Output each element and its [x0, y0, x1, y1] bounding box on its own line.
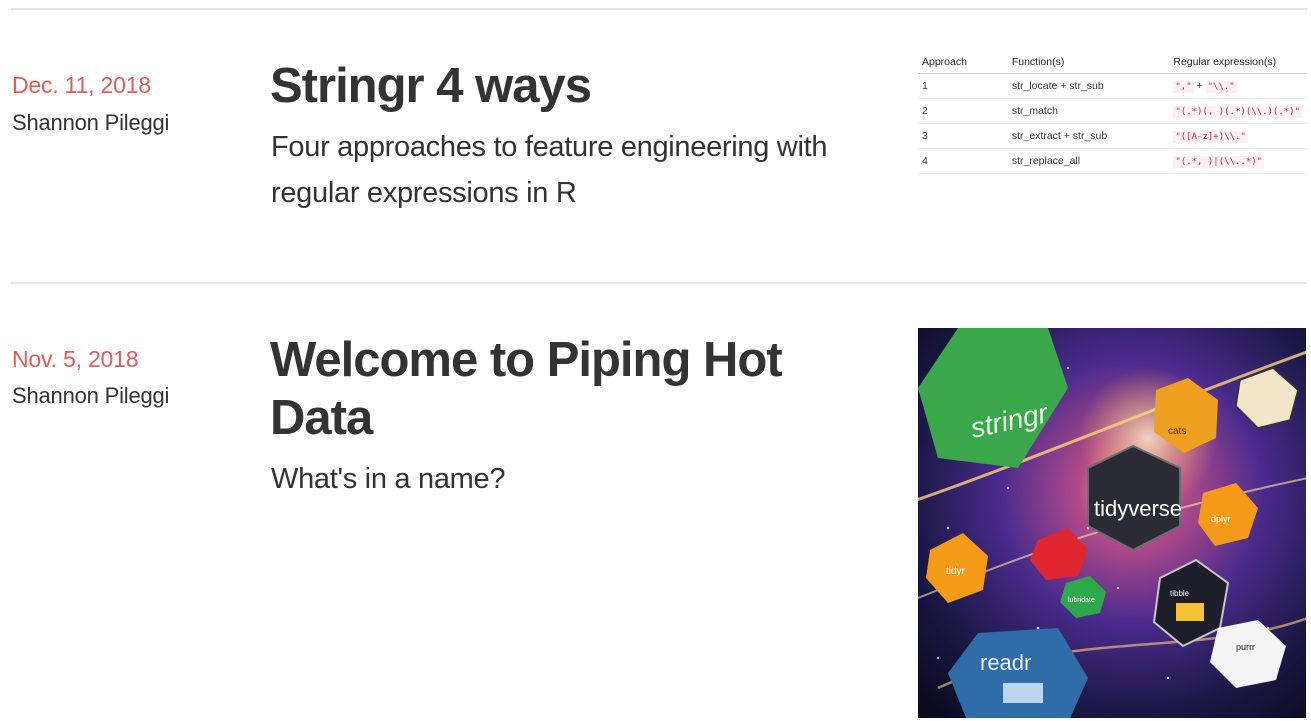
cell-functions: str_extract + str_sub — [1007, 123, 1170, 149]
cell-regex: "([A-z]+)\\." — [1169, 123, 1306, 149]
table-row: 4 str_replace_all "(.*, )|(\\..*)" — [918, 148, 1306, 174]
regex-code: "([A-z]+)\\." — [1173, 131, 1248, 143]
cell-regex: "," + "\\." — [1169, 73, 1306, 99]
post-author: Shannon Pileggi — [12, 110, 170, 135]
table-header-functions: Function(s) — [1007, 52, 1170, 74]
cell-approach: 3 — [918, 123, 1008, 149]
space-hex-stickers-illustration: stringr cats tidyverse dplyr tidyr lubri… — [918, 328, 1306, 718]
regex-plus: + — [1196, 80, 1203, 92]
post-thumbnail-hex-artwork[interactable]: stringr cats tidyverse dplyr tidyr lubri… — [918, 328, 1306, 718]
table-row: 2 str_match "(.*)(, )(.*)(\\.)(.*)" — [918, 98, 1306, 124]
hex-label: tibble — [1170, 589, 1190, 598]
regex-code: "(.*, )|(\\..*)" — [1173, 156, 1265, 168]
post-title-link[interactable]: Stringr 4 ways — [270, 57, 592, 115]
cell-functions: str_locate + str_sub — [1007, 73, 1170, 99]
cell-functions: str_match — [1007, 98, 1170, 124]
cell-functions: str_replace_all — [1007, 148, 1170, 174]
post-subtitle-line: regular expressions in R — [271, 177, 577, 209]
hex-label: cats — [1168, 426, 1186, 437]
cell-approach: 2 — [918, 98, 1008, 124]
post-divider — [11, 282, 1307, 284]
hex-label: dplyr — [1211, 514, 1231, 524]
post-thumbnail-regex-table[interactable]: Approach Function(s) Regular expression(… — [918, 52, 1306, 174]
cell-approach: 4 — [918, 148, 1008, 174]
regex-code: "\\." — [1205, 81, 1237, 93]
table-row: 1 str_locate + str_sub "," + "\\." — [918, 73, 1306, 99]
post-subtitle-line: Four approaches to feature engineering w… — [271, 131, 828, 163]
hex-label: lubridate — [1068, 597, 1095, 604]
post-subtitle: Four approaches to feature engineering w… — [271, 124, 827, 216]
hex-label: tidyverse — [1094, 496, 1182, 521]
post-date: Nov. 5, 2018 — [12, 346, 139, 372]
cell-regex: "(.*)(, )(.*)(\\.)(.*)" — [1169, 98, 1306, 124]
table-row: 3 str_extract + str_sub "([A-z]+)\\." — [918, 123, 1306, 149]
table-header-approach: Approach — [918, 52, 1008, 74]
hex-label: tidyr — [946, 566, 966, 577]
hex-label: readr — [980, 650, 1031, 675]
post-title-link[interactable]: Welcome to Piping Hot Data — [270, 331, 783, 447]
table-header-regex: Regular expression(s) — [1169, 52, 1306, 74]
regex-code: "," — [1173, 81, 1194, 93]
post-title-line: Welcome to Piping Hot — [270, 333, 783, 387]
post-divider-top — [11, 8, 1307, 10]
post-title-line: Data — [270, 391, 373, 445]
hex-label: purrr — [1236, 642, 1255, 652]
post-subtitle: What's in a name? — [271, 463, 506, 495]
post-date: Dec. 11, 2018 — [12, 72, 151, 98]
post-author: Shannon Pileggi — [12, 383, 170, 408]
regex-code: "(.*)(, )(.*)(\\.)(.*)" — [1173, 106, 1302, 118]
cell-approach: 1 — [918, 73, 1008, 99]
cell-regex: "(.*, )|(\\..*)" — [1169, 148, 1306, 174]
